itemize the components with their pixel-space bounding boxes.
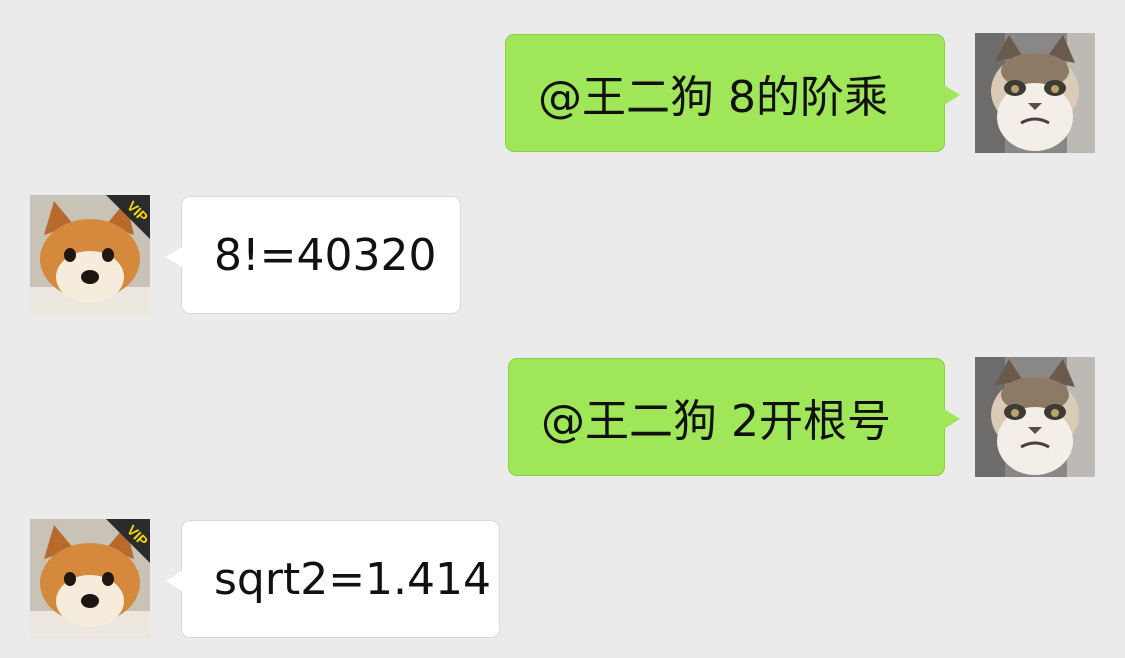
grumpy-cat-avatar[interactable] <box>975 33 1095 153</box>
bubble-tail <box>166 571 182 591</box>
outgoing-message-bubble[interactable]: @王二狗 8的阶乘 <box>505 34 960 152</box>
message-text: sqrt2=1.414 <box>214 553 492 605</box>
bubble-tail <box>944 409 960 429</box>
message-text: @王二狗 8的阶乘 <box>538 72 888 123</box>
outgoing-message-bubble[interactable]: @王二狗 2开根号 <box>508 358 960 476</box>
shiba-dog-avatar[interactable]: VIP <box>30 195 150 315</box>
message-text: 8!=40320 <box>214 229 437 281</box>
grumpy-cat-avatar[interactable] <box>975 357 1095 477</box>
incoming-message-bubble[interactable]: 8!=40320 <box>166 196 461 314</box>
shiba-dog-avatar[interactable]: VIP <box>30 519 150 639</box>
message-text: @王二狗 2开根号 <box>541 396 891 447</box>
bubble-tail <box>944 85 960 105</box>
bubble-tail <box>166 247 182 267</box>
incoming-message-bubble[interactable]: sqrt2=1.414 <box>166 520 500 638</box>
